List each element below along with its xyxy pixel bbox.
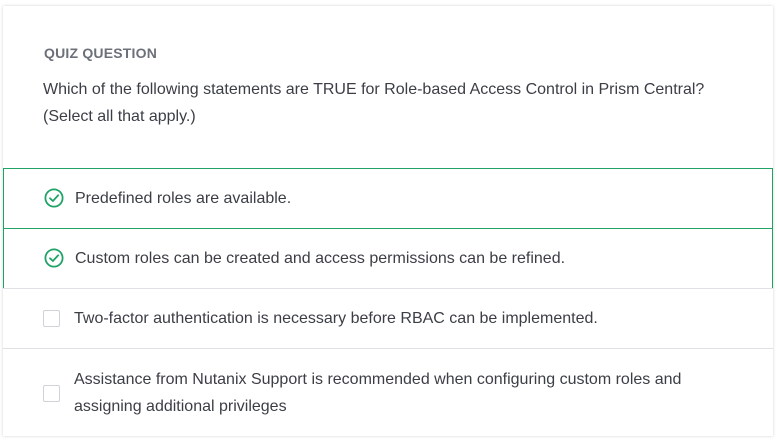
answer-option-3[interactable]: Two-factor authentication is necessary b… — [3, 288, 773, 349]
check-circle-icon — [44, 248, 64, 268]
check-circle-icon — [44, 188, 64, 208]
quiz-question-text: Which of the following statements are TR… — [43, 81, 705, 125]
answer-option-label: Assistance from Nutanix Support is recom… — [74, 371, 682, 415]
quiz-card: QUIZ QUESTION Which of the following sta… — [3, 6, 773, 436]
answer-option-4[interactable]: Assistance from Nutanix Support is recom… — [3, 348, 773, 436]
answer-option-1[interactable]: Predefined roles are available. — [3, 168, 773, 229]
answer-checkbox[interactable] — [43, 310, 60, 327]
answer-checkbox[interactable] — [43, 385, 60, 402]
answer-option-label: Custom roles can be created and access p… — [75, 250, 566, 267]
answer-option-2[interactable]: Custom roles can be created and access p… — [3, 228, 773, 289]
answer-option-label: Predefined roles are available. — [75, 190, 292, 207]
quiz-eyebrow: QUIZ QUESTION — [44, 45, 158, 61]
answer-option-label: Two-factor authentication is necessary b… — [74, 310, 598, 327]
